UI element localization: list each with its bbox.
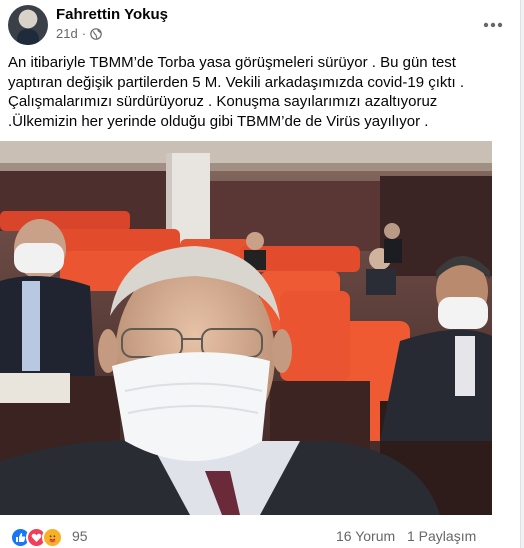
- post-text-line: Çalışmalarımızı sürdürüyoruz . Konuşma s…: [8, 93, 438, 110]
- post-text-line: An itibariyle TBMM’de Torba yasa görüşme…: [8, 54, 456, 71]
- comments-count[interactable]: 16 Yorum: [336, 528, 395, 544]
- post-header: Fahrettin Yokuş 21d ·: [0, 0, 520, 50]
- parliament-selfie-image: [0, 141, 492, 515]
- post-text-line: yaptıran değişik partilerden 5 M. Vekili…: [8, 73, 465, 91]
- care-icon: [42, 527, 63, 548]
- reaction-count[interactable]: 95: [72, 528, 88, 544]
- globe-icon: [90, 27, 102, 40]
- post-text-line: .Ülkemizin her yerinde olduğu gibi TBMM’…: [8, 112, 429, 130]
- avatar[interactable]: [8, 5, 48, 45]
- post-time[interactable]: 21d: [56, 26, 78, 41]
- post-text: An itibariyle TBMM’de Torba yasa görüşme…: [8, 53, 512, 131]
- post-card: Fahrettin Yokuş 21d · An itibariyle TBMM…: [0, 0, 521, 548]
- author-name[interactable]: Fahrettin Yokuş: [56, 6, 168, 23]
- shares-count[interactable]: 1 Paylaşım: [407, 528, 476, 544]
- reaction-icons[interactable]: [10, 527, 63, 548]
- separator-dot: ·: [81, 26, 87, 41]
- more-dots-icon: [483, 22, 503, 28]
- post-footer: 95 16 Yorum 1 Paylaşım: [0, 523, 520, 548]
- post-meta: 21d ·: [56, 26, 102, 41]
- post-photo[interactable]: [0, 141, 492, 515]
- more-options-button[interactable]: [478, 10, 508, 40]
